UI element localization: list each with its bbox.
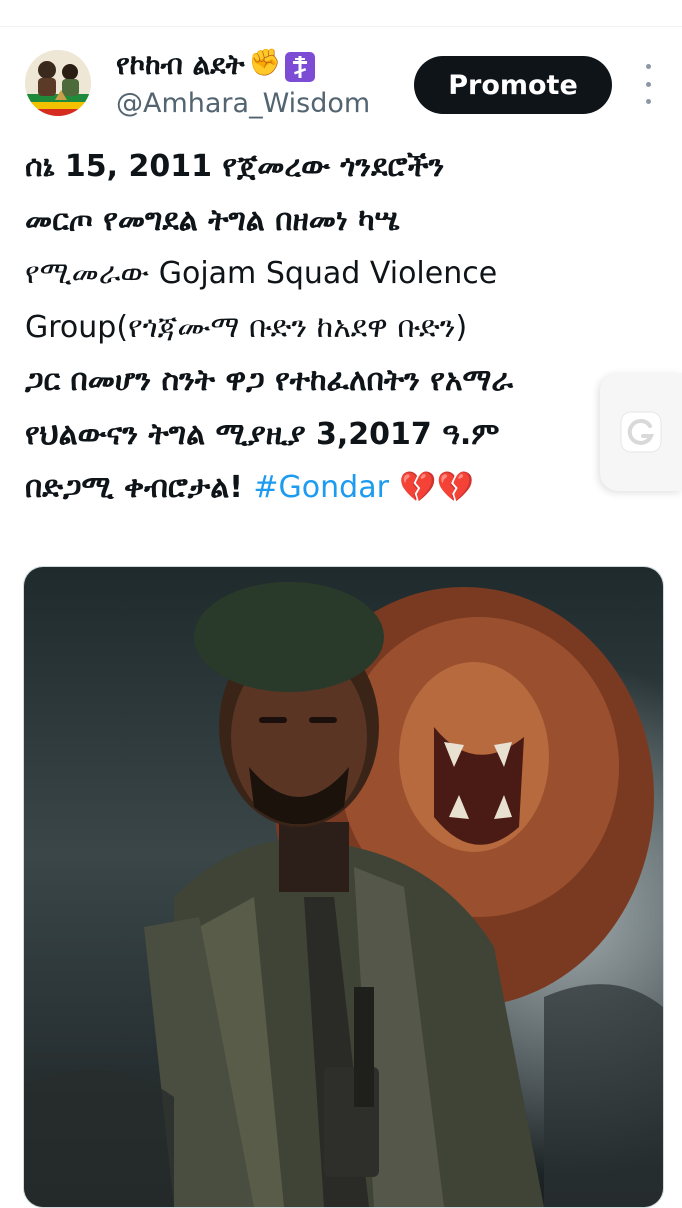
grammarly-widget-icon[interactable] bbox=[600, 373, 682, 491]
tweet-media-image[interactable] bbox=[23, 566, 664, 1208]
tweet-text-line: የሚመራው Gojam Squad Violence bbox=[25, 256, 498, 291]
tweet-text-fragment: በድጋሚ ቀብሮታል! bbox=[25, 470, 243, 505]
top-divider bbox=[0, 26, 682, 27]
broken-heart-icon: 💔💔 bbox=[399, 470, 475, 505]
tweet-text-line: ጋር በመሆን ስንት ዋጋ የተከፈለበትን የአማራ bbox=[25, 363, 514, 398]
tweet-text-line: Group(የጎጃሙማ ቡድን ከአደዋ ቡድን) bbox=[25, 309, 468, 345]
display-name[interactable]: የኮከብ ልደት ✊ bbox=[116, 48, 315, 82]
orthodox-cross-icon bbox=[284, 52, 315, 82]
tweet-text-line: የህልውናን ትግል ሚያዚያ 3,2017 ዓ.ም bbox=[25, 416, 500, 452]
promote-button[interactable]: Promote bbox=[414, 56, 612, 114]
raised-fist-icon: ✊ bbox=[248, 48, 281, 78]
tweet-text-line: ሰኔ 15, 2011 የጀመረው ጎንደሮችን bbox=[25, 149, 445, 184]
display-name-text[interactable]: የኮከብ ልደት bbox=[116, 48, 244, 82]
tweet-header: የኮከብ ልደት ✊ @Amhara_Wisdom Promote bbox=[0, 40, 682, 124]
tweet-text: ሰኔ 15, 2011 የጀመረው ጎንደሮችን መርጦ የመግደል ትግል በ… bbox=[25, 140, 655, 515]
tweet-text-last-line: በድጋሚ ቀብሮታል! #Gondar 💔💔 bbox=[25, 461, 655, 515]
avatar[interactable] bbox=[25, 50, 91, 116]
hashtag-link[interactable]: #Gondar bbox=[253, 470, 389, 505]
tweet-text-line: መርጦ የመግደል ትግል በዘመነ ካሤ bbox=[25, 202, 401, 238]
more-options-icon[interactable] bbox=[636, 64, 660, 104]
user-handle[interactable]: @Amhara_Wisdom bbox=[116, 88, 370, 119]
